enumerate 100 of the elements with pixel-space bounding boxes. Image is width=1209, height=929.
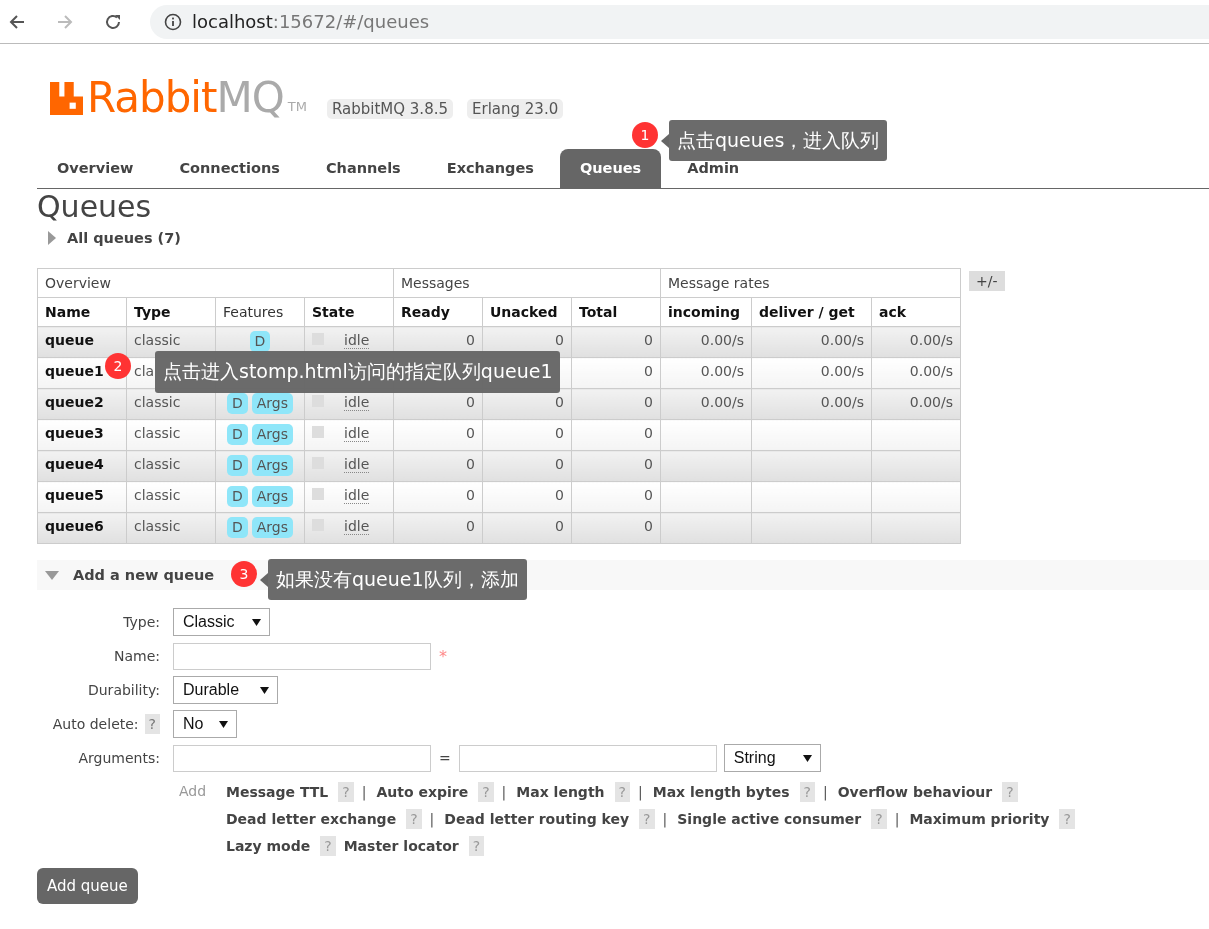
rate-value: 0.00/s	[820, 363, 864, 379]
dropdown[interactable]: No	[173, 710, 237, 738]
argument-value-field[interactable]	[458, 744, 717, 772]
feature-tag: D	[226, 455, 248, 476]
dropdown[interactable]: Durable	[173, 676, 278, 704]
column-header[interactable]: incoming	[660, 297, 752, 327]
argument-link[interactable]: Maximum priority	[909, 810, 1050, 827]
argument-link[interactable]: Auto expire	[376, 783, 469, 800]
state-indicator	[312, 488, 324, 500]
state-text: idle	[344, 456, 370, 473]
separator: |	[638, 783, 643, 800]
argument-link[interactable]: Lazy mode	[226, 837, 311, 854]
version-label: RabbitMQ 3.8.5	[326, 99, 453, 119]
add-queue-button[interactable]: Add queue	[37, 868, 138, 904]
column-header: Features	[215, 297, 305, 327]
caret-icon	[802, 754, 812, 762]
name-field[interactable]	[173, 642, 431, 670]
feature-tag: D	[249, 331, 271, 352]
annotation-tooltip: 点击进入stomp.html访问的指定队列queue1	[155, 351, 561, 393]
queue-type: cla	[134, 363, 155, 379]
annotation-tooltip: 点击queues，进入队列	[669, 120, 888, 161]
message-count: 0	[644, 518, 653, 534]
rabbitmq-logo: RabbitMQ TM	[50, 78, 307, 118]
feature-tag: Args	[251, 424, 294, 445]
rate-value: 0.00/s	[820, 394, 864, 410]
field-label: Durability:	[87, 682, 160, 698]
message-count: 0	[466, 332, 475, 348]
equals-sign: =	[439, 750, 451, 766]
reload-icon[interactable]	[104, 12, 122, 31]
argument-link[interactable]: Max length bytes	[652, 783, 790, 800]
step-number: 1	[632, 121, 658, 148]
argument-link[interactable]: Overflow behaviour	[837, 783, 993, 800]
queue-type: classic	[134, 332, 181, 348]
caret-icon	[252, 618, 261, 626]
queue-name[interactable]: queue1	[45, 363, 104, 379]
rate-value: 0.00/s	[700, 363, 744, 379]
argument-link[interactable]: Message TTL	[226, 783, 329, 800]
queue-type: classic	[134, 487, 181, 503]
column-header[interactable]: deliver / get	[751, 297, 872, 327]
field-label: Arguments:	[78, 750, 160, 766]
feature-tag: Args	[251, 517, 294, 538]
message-count: 0	[644, 487, 653, 503]
nav-tab[interactable]: Exchanges	[426, 149, 554, 188]
help-icon[interactable]: ?	[144, 714, 160, 734]
argument-link[interactable]: Master locator	[343, 837, 459, 854]
rate-value: 0.00/s	[820, 332, 864, 348]
nav-tab[interactable]: Queues	[559, 149, 662, 188]
argument-link[interactable]: Dead letter routing key	[444, 810, 630, 827]
queue-type: classic	[134, 425, 181, 441]
message-count: 0	[555, 332, 564, 348]
state-indicator	[312, 426, 324, 438]
rate-value: 0.00/s	[909, 332, 953, 348]
forward-icon[interactable]	[56, 12, 74, 31]
address-bar[interactable]: localhost:15672/#/queues	[150, 4, 1209, 39]
feature-tag: D	[226, 486, 248, 507]
feature-tag: D	[226, 424, 248, 445]
message-count: 0	[555, 518, 564, 534]
state-text: idle	[344, 487, 370, 504]
nav-tab[interactable]: Overview	[37, 149, 154, 188]
separator: |	[361, 783, 367, 800]
column-header[interactable]: State	[304, 297, 394, 327]
column-header[interactable]: Total	[571, 297, 661, 327]
dropdown[interactable]: String	[723, 744, 821, 772]
separator: |	[662, 810, 668, 827]
message-count: 0	[644, 394, 653, 410]
dropdown[interactable]: Classic	[173, 608, 270, 636]
argument-link[interactable]: Dead letter exchange	[226, 810, 397, 827]
column-header[interactable]: Unacked	[482, 297, 572, 327]
feature-tag: D	[226, 393, 248, 414]
back-icon[interactable]	[8, 12, 26, 31]
argument-key-field[interactable]	[173, 744, 431, 772]
rate-value: 0.00/s	[909, 394, 953, 410]
queue-type: classic	[134, 456, 181, 472]
columns-toggle-button[interactable]: +/-	[969, 271, 1005, 291]
column-header[interactable]: Name	[37, 297, 127, 327]
argument-link[interactable]: Max length	[516, 783, 605, 800]
message-count: 0	[555, 456, 564, 472]
message-count: 0	[466, 425, 475, 441]
nav-tab[interactable]: Channels	[305, 149, 421, 188]
message-count: 0	[644, 425, 653, 441]
column-header[interactable]: Ready	[393, 297, 483, 327]
message-count: 0	[466, 394, 475, 410]
argument-link[interactable]: Single active consumer	[677, 810, 862, 827]
rate-value: 0.00/s	[909, 363, 953, 379]
message-count: 0	[555, 425, 564, 441]
state-text: idle	[344, 518, 370, 535]
required-mark: *	[439, 646, 447, 666]
column-header[interactable]: Type	[126, 297, 216, 327]
message-count: 0	[466, 456, 475, 472]
feature-tag: Args	[251, 393, 294, 414]
state-text: idle	[344, 332, 370, 349]
rate-value: 0.00/s	[700, 332, 744, 348]
caret-icon	[260, 686, 269, 694]
all-queues-toggle[interactable]: All queues (7)	[48, 227, 1209, 249]
message-count: 0	[555, 487, 564, 503]
nav-tab[interactable]: Connections	[159, 149, 300, 188]
queue-type: classic	[134, 394, 181, 410]
column-header[interactable]: ack	[871, 297, 961, 327]
rate-value: 0.00/s	[700, 394, 744, 410]
message-count: 0	[644, 363, 653, 379]
